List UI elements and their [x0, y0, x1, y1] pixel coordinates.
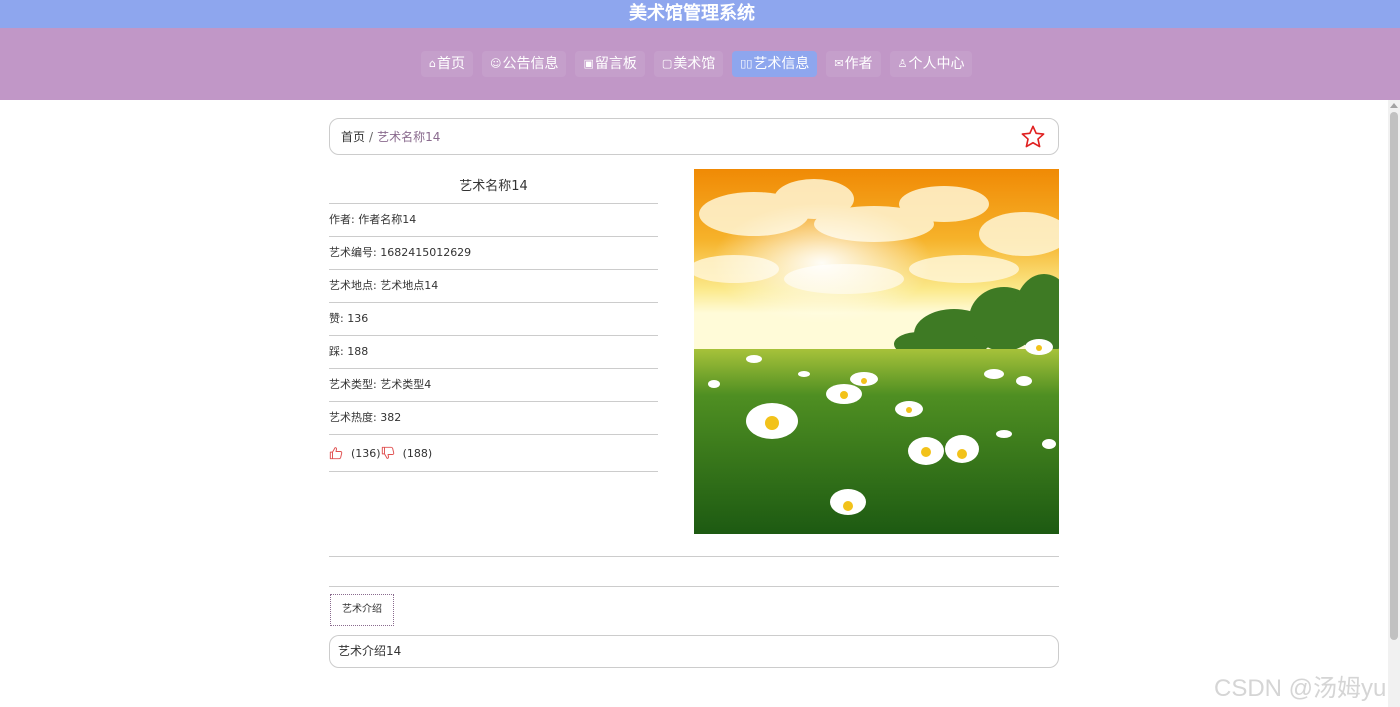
divider	[329, 556, 1059, 557]
nav-item-6[interactable]: ♙ 个人中心	[889, 51, 973, 77]
art-type-field: 艺术类型: 艺术类型4	[329, 369, 658, 402]
art-intro-content: 艺术介绍14	[329, 635, 1059, 668]
message-board-icon: ▣	[583, 57, 594, 70]
art-name: 艺术名称14	[329, 169, 658, 204]
nav-item-label: 公告信息	[502, 56, 559, 72]
like-count: (136)	[351, 446, 381, 460]
breadcrumb-home-link[interactable]: 首页	[341, 128, 365, 145]
nav-item-5[interactable]: ✉ 作者	[826, 51, 881, 77]
thumbs-down-icon	[381, 446, 394, 459]
nav-menu: ⌂ 首页 ☺ 公告信息 ▣ 留言板 ▢ 美术馆 ▯▯ 艺术信息 ✉ 作者 ♙ 个人中心	[421, 51, 973, 77]
breadcrumb: 首页 / 艺术名称14	[329, 118, 1059, 155]
nav-item-label: 作者	[844, 56, 873, 72]
announcement-icon: ☺	[489, 57, 502, 70]
museum-icon: ▢	[661, 57, 673, 70]
author-field: 作者: 作者名称14	[329, 204, 658, 237]
author-icon: ✉	[834, 57, 844, 70]
scrollbar-thumb[interactable]	[1390, 112, 1398, 640]
nav-item-label: 艺术信息	[753, 56, 810, 72]
art-info-icon: ▯▯	[740, 57, 753, 70]
nav-item-3[interactable]: ▢ 美术馆	[653, 51, 724, 77]
home-icon: ⌂	[429, 57, 436, 70]
art-image-daisy-field	[694, 169, 1059, 534]
divider	[329, 586, 1059, 587]
nav-item-label: 首页	[436, 56, 465, 72]
app-title-bar: 美术馆管理系统	[0, 0, 1400, 28]
dislikes-field: 踩: 188	[329, 336, 658, 369]
favorite-star-icon[interactable]	[1020, 124, 1046, 150]
dislike-button[interactable]: (188)	[381, 446, 433, 460]
app-title: 美术馆管理系统	[629, 3, 755, 24]
dislike-count: (188)	[402, 446, 433, 460]
art-number-field: 艺术编号: 1682415012629	[329, 237, 658, 270]
art-image	[694, 169, 1059, 534]
nav-item-label: 美术馆	[673, 56, 716, 72]
breadcrumb-current: 艺术名称14	[377, 130, 441, 144]
tab-art-intro[interactable]: 艺术介绍	[330, 594, 394, 626]
breadcrumb-separator: /	[369, 129, 374, 144]
art-detail-panel: 艺术名称14 作者: 作者名称14 艺术编号: 1682415012629 艺术…	[329, 169, 658, 472]
nav-item-1[interactable]: ☺ 公告信息	[481, 51, 567, 77]
user-icon: ♙	[897, 57, 908, 70]
main-navbar: ⌂ 首页 ☺ 公告信息 ▣ 留言板 ▢ 美术馆 ▯▯ 艺术信息 ✉ 作者 ♙ 个人中心	[0, 28, 1400, 100]
nav-item-0[interactable]: ⌂ 首页	[421, 51, 473, 77]
nav-item-label: 留言板	[594, 56, 637, 72]
art-heat-field: 艺术热度: 382	[329, 402, 658, 435]
like-button[interactable]: (136)	[329, 446, 381, 460]
art-location-field: 艺术地点: 艺术地点14	[329, 270, 658, 303]
likes-field: 赞: 136	[329, 303, 658, 336]
nav-item-label: 个人中心	[908, 56, 965, 72]
nav-item-2[interactable]: ▣ 留言板	[575, 51, 645, 77]
vote-row: (136) (188)	[329, 435, 658, 472]
page-scrollbar[interactable]	[1388, 100, 1400, 707]
nav-item-4[interactable]: ▯▯ 艺术信息	[732, 51, 818, 77]
scroll-up-arrow-icon[interactable]	[1390, 103, 1398, 108]
thumbs-up-icon	[329, 447, 343, 460]
watermark: CSDN @汤姆yu	[1214, 675, 1387, 702]
